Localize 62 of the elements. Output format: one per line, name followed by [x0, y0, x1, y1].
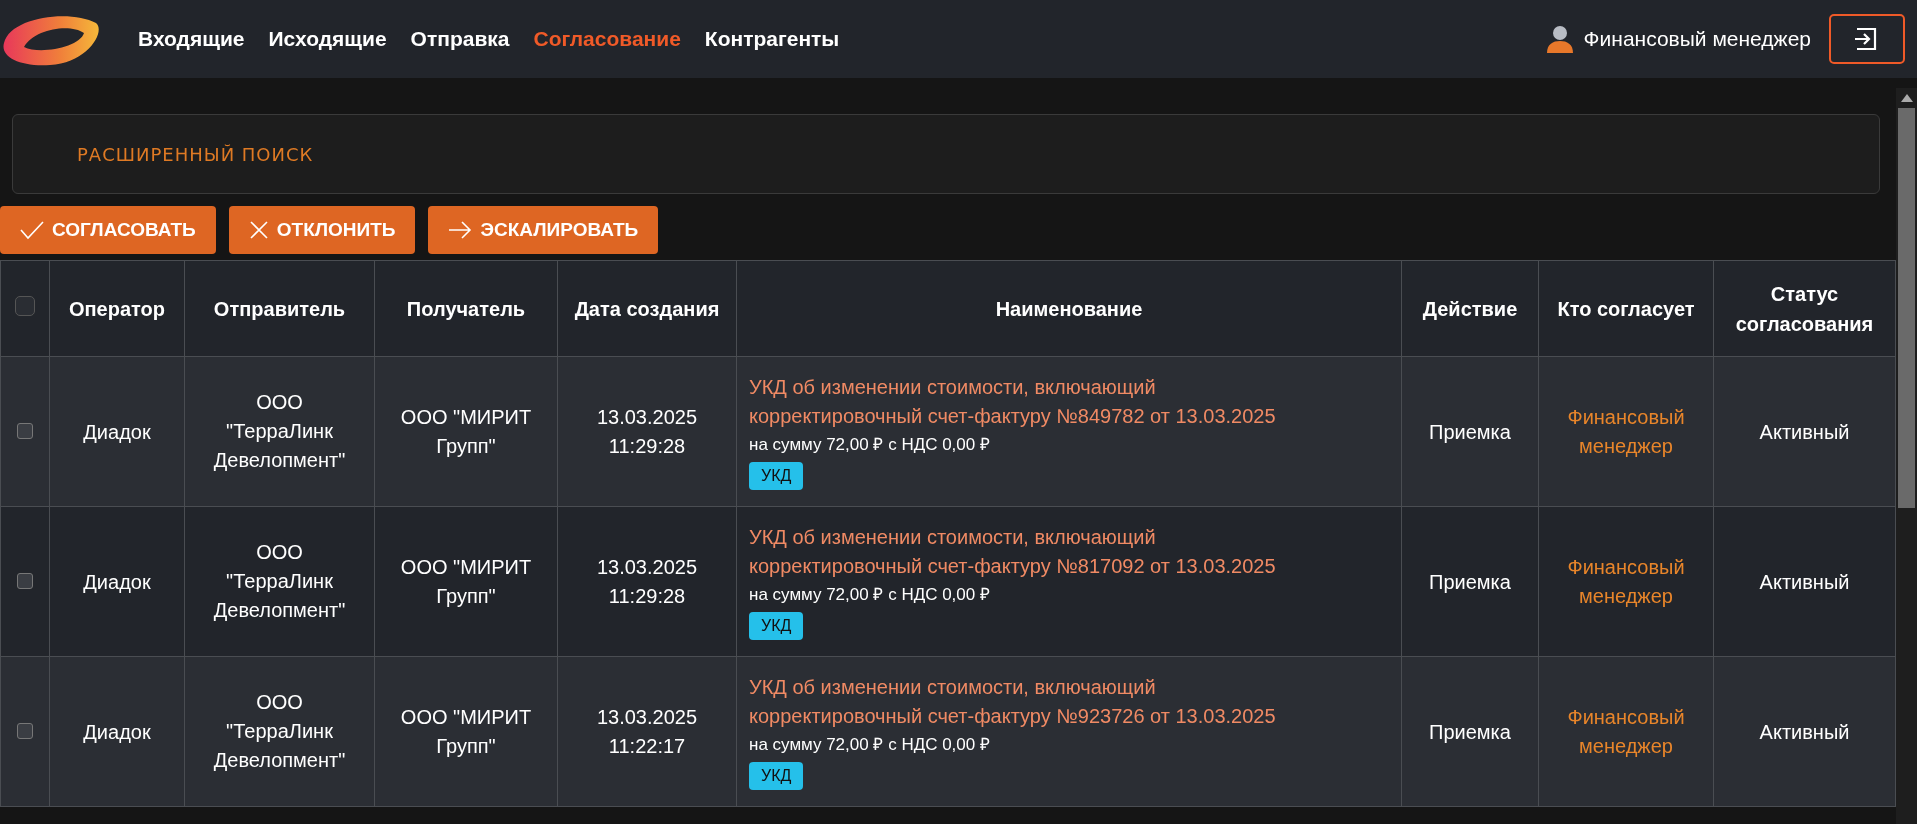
table-cell: Активный — [1759, 570, 1850, 593]
document-link[interactable]: УКД об изменении стоимости, включающий корректировочный счет-фактуру №817092 от 13.03.2025 — [749, 523, 1331, 581]
table-cell: ООО "ТерраЛинк Девелопмент" — [213, 541, 346, 621]
column-header: Кто согласует — [1557, 297, 1695, 320]
table-cell: Активный — [1759, 420, 1850, 443]
close-icon — [248, 220, 269, 240]
checkbox[interactable] — [17, 572, 33, 589]
table-cell-text: 13.03.2025 — [595, 404, 699, 430]
user-name: Финансовый менеджер — [1583, 26, 1811, 53]
table-cell: ООО "ТерраЛинк Девелопмент" — [213, 691, 346, 771]
document-type-badge: УКД — [749, 462, 804, 490]
approver-text: Финансовый менеджер — [1567, 405, 1685, 457]
nav-link[interactable]: Входящие — [138, 23, 245, 55]
document-type-badge: УКД — [749, 612, 804, 640]
table-cell-text: 11:22:17 — [607, 733, 687, 759]
amount-text: на сумму 72,00 ₽ с НДС 0,00 ₽ — [749, 734, 991, 756]
column-header: Получатель — [406, 297, 526, 320]
action-button[interactable]: ЭСКАЛИРОВАТЬ — [428, 206, 659, 254]
table-cell: ООО "МИРИТ Групп" — [400, 555, 532, 607]
table-cell-text: 13.03.2025 — [595, 554, 699, 580]
table-cell: Приемка — [1429, 570, 1511, 593]
column-header: Отправитель — [213, 297, 346, 320]
column-header: Оператор — [68, 297, 166, 320]
column-header: Дата создания — [574, 297, 720, 320]
column-header: Действие — [1422, 297, 1518, 320]
table-cell: Диадок — [83, 420, 151, 443]
action-button[interactable]: ОТКЛОНИТЬ — [228, 206, 416, 254]
scrollbar[interactable] — [1896, 88, 1917, 824]
document-type-badge: УКД — [749, 762, 804, 790]
table-cell: Диадок — [83, 720, 151, 743]
arrow-right-icon — [448, 220, 473, 240]
table-cell: ООО "МИРИТ Групп" — [400, 705, 532, 757]
document-link[interactable]: УКД об изменении стоимости, включающий корректировочный счет-фактуру №923726 от 13.03.2025 — [749, 673, 1331, 731]
action-button[interactable]: СОГЛАСОВАТЬ — [0, 206, 216, 254]
table-cell: Диадок — [83, 570, 151, 593]
logout-button[interactable] — [1829, 14, 1905, 64]
table-cell: Приемка — [1429, 720, 1511, 743]
nav-link[interactable]: Контрагенты — [704, 23, 840, 55]
nav-link[interactable]: Отправка — [410, 23, 510, 55]
search-title[interactable]: РАСШИРЕННЫЙ ПОИСК — [77, 140, 314, 168]
checkbox[interactable] — [17, 422, 33, 439]
approver-text: Финансовый менеджер — [1567, 705, 1685, 757]
table-cell: Приемка — [1429, 420, 1511, 443]
table-cell: ООО "ТерраЛинк Девелопмент" — [213, 391, 346, 471]
amount-text: на сумму 72,00 ₽ с НДС 0,00 ₽ — [749, 584, 991, 606]
column-header: Статус согласования — [1735, 282, 1874, 335]
table-cell: ООО "МИРИТ Групп" — [400, 405, 532, 457]
user-icon — [1545, 24, 1574, 54]
document-link[interactable]: УКД об изменении стоимости, включающий корректировочный счет-фактуру №849782 от 13.03.2025 — [749, 373, 1331, 431]
amount-text: на сумму 72,00 ₽ с НДС 0,00 ₽ — [749, 434, 991, 456]
table-cell: Активный — [1759, 720, 1850, 743]
table-cell-text: 11:29:28 — [607, 583, 687, 609]
nav-link[interactable]: Согласование — [533, 23, 681, 55]
column-header: Наименование — [995, 297, 1143, 320]
scroll-up-icon[interactable] — [1900, 94, 1913, 102]
checkbox[interactable] — [15, 295, 35, 316]
table-cell-text: 11:29:28 — [607, 433, 687, 459]
approver-text: Финансовый менеджер — [1567, 555, 1685, 607]
check-icon — [20, 220, 44, 240]
checkbox[interactable] — [17, 722, 33, 739]
table-cell-text: 13.03.2025 — [595, 704, 699, 730]
nav-link[interactable]: Исходящие — [268, 23, 387, 55]
